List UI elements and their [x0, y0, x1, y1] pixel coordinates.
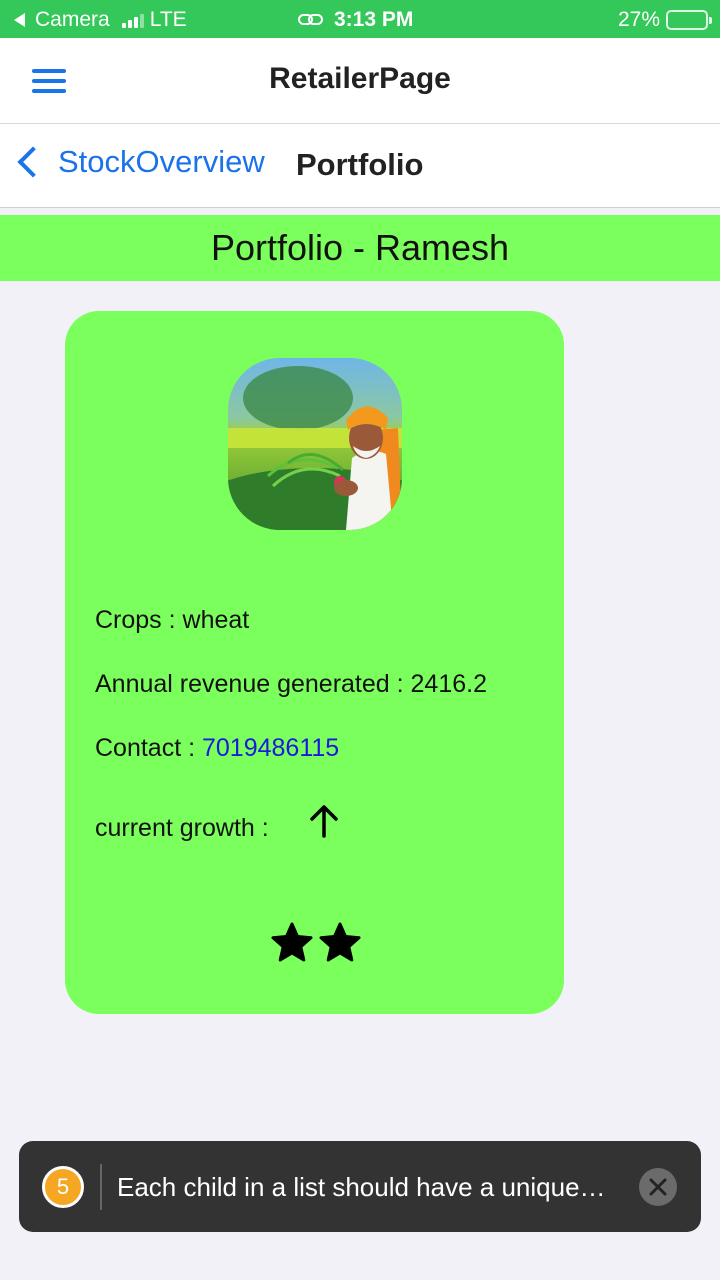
star-icon	[319, 922, 361, 962]
back-app-label[interactable]: Camera	[35, 8, 110, 32]
network-label: LTE	[149, 8, 187, 31]
toast-message[interactable]: Each child in a list should have a uniqu…	[117, 1172, 606, 1203]
contact-label: Contact :	[95, 734, 202, 762]
battery-icon	[666, 10, 712, 30]
arrow-up-icon	[310, 805, 338, 838]
status-right: 27%	[617, 8, 712, 32]
nav-title: Portfolio	[296, 147, 424, 182]
portfolio-card: Crops : wheat Annual revenue generated :…	[65, 311, 564, 1014]
back-button-label[interactable]: StockOverview	[58, 144, 265, 180]
status-time: 3:13 PM	[334, 8, 414, 31]
contact-phone-link[interactable]: 7019486115	[202, 734, 339, 762]
link-icon	[298, 12, 324, 28]
star-icon	[271, 922, 313, 962]
contact-line: Contact : 7019486115	[95, 734, 339, 763]
rating-stars	[270, 921, 362, 965]
warning-count-badge: 5	[42, 1166, 84, 1208]
toast-divider	[100, 1164, 102, 1210]
status-left: Camera LTE	[14, 8, 187, 32]
portfolio-banner: Portfolio - Ramesh	[0, 215, 720, 281]
toast-close-button[interactable]	[639, 1168, 677, 1206]
app-header: RetailerPage	[0, 38, 720, 124]
status-bar: Camera LTE 3:13 PM 27%	[0, 0, 720, 38]
back-to-app-icon[interactable]	[14, 13, 25, 27]
growth-line: current growth :	[95, 814, 269, 842]
revenue-line: Annual revenue generated : 2416.2	[95, 670, 487, 698]
app-title: RetailerPage	[269, 62, 451, 95]
signal-icon	[121, 12, 144, 28]
nav-bar: StockOverview Portfolio	[0, 124, 720, 208]
battery-percent: 27%	[617, 8, 660, 31]
crops-line: Crops : wheat	[95, 606, 250, 634]
back-button[interactable]: StockOverview	[14, 144, 265, 180]
close-icon	[649, 1178, 667, 1196]
chevron-left-icon	[17, 146, 49, 178]
farmer-avatar	[228, 358, 402, 530]
status-center: 3:13 PM	[298, 8, 413, 32]
warning-toast[interactable]: 5 Each child in a list should have a uni…	[19, 1141, 701, 1232]
